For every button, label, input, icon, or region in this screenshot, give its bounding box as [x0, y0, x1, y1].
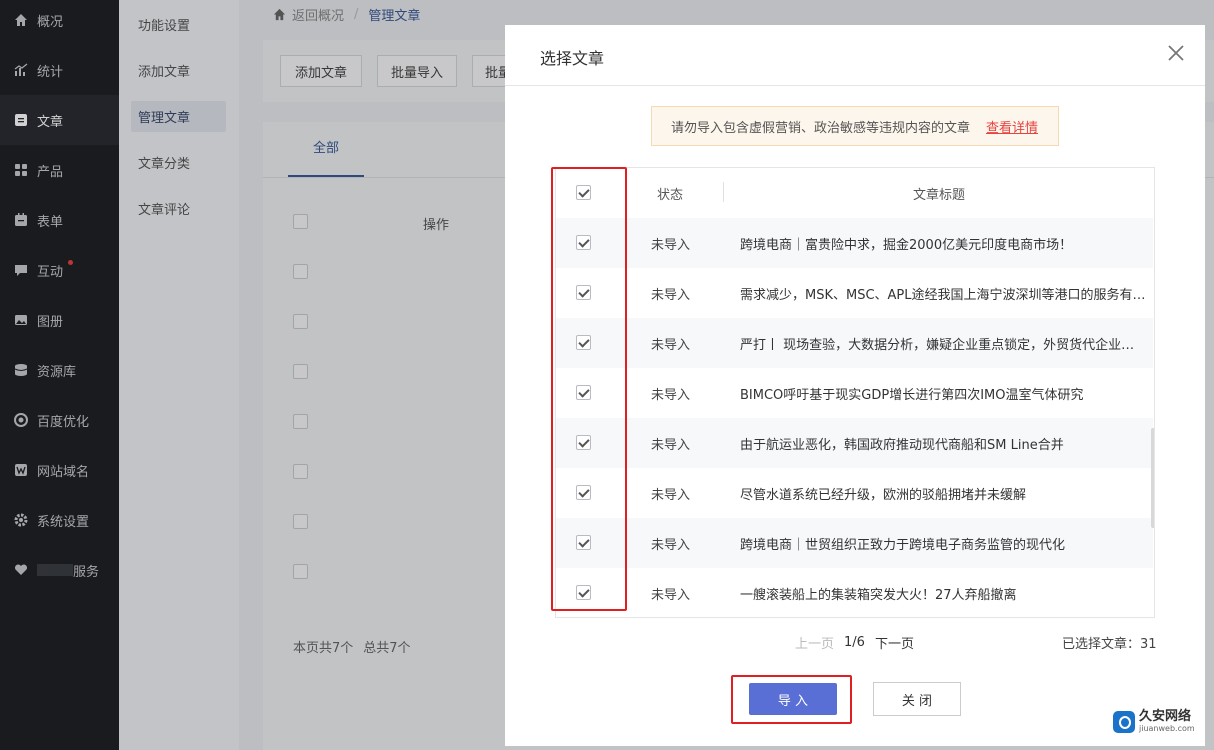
warning-text: 请勿导入包含虚假营销、政治敏感等违规内容的文章: [671, 120, 971, 136]
row-status: 未导入: [651, 337, 691, 353]
close-button[interactable]: 关 闭: [873, 682, 961, 716]
table-row[interactable]: 未导入 跨境电商｜富贵险中求，掘金2000亿美元印度电商市场！: [556, 218, 1153, 268]
column-separator: [723, 182, 724, 202]
row-title: 跨境电商｜富贵险中求，掘金2000亿美元印度电商市场！: [740, 237, 1073, 253]
close-icon[interactable]: [1166, 43, 1186, 63]
article-table: 状态 文章标题 未导入 跨境电商｜富贵险中求，掘金2000亿美元印度电商市场！ …: [555, 167, 1155, 618]
page-indicator: 1/6: [844, 635, 865, 650]
view-details-link[interactable]: 查看详情: [986, 117, 1038, 136]
next-page-button[interactable]: 下一页: [875, 633, 914, 652]
table-header: 状态 文章标题: [556, 168, 1154, 218]
table-scrollbar[interactable]: [1151, 428, 1154, 528]
table-row[interactable]: 未导入 严打丨 现场查验，大数据分析，嫌疑企业重点锁定，外贸货代企业注意了: [556, 318, 1153, 368]
table-row[interactable]: 未导入 一艘滚装船上的集装箱突发大火！27人弃船撤离: [556, 568, 1153, 617]
watermark-logo-icon: [1113, 710, 1135, 733]
row-title: 需求减少，MSK、MSC、APL途经我国上海宁波深圳等港口的服务有所调整: [740, 287, 1146, 303]
watermark-en: jiuanweb.com: [1139, 724, 1195, 733]
row-title: 尽管水道系统已经升级，欧洲的驳船拥堵并未缓解: [740, 487, 1027, 503]
row-title: 严打丨 现场查验，大数据分析，嫌疑企业重点锁定，外贸货代企业注意了: [740, 337, 1146, 353]
row-title: BIMCO呼吁基于现实GDP增长进行第四次IMO温室气体研究: [740, 387, 1084, 403]
table-row[interactable]: 未导入 由于航运业恶化，韩国政府推动现代商船和SM Line合并: [556, 418, 1153, 468]
row-status: 未导入: [651, 387, 691, 403]
row-status: 未导入: [651, 587, 691, 603]
title-column-header: 文章标题: [913, 187, 966, 203]
watermark-cn: 久安网络: [1139, 709, 1192, 724]
prev-page-button[interactable]: 上一页: [795, 633, 834, 652]
table-row[interactable]: 未导入 需求减少，MSK、MSC、APL途经我国上海宁波深圳等港口的服务有所调整: [556, 268, 1153, 318]
select-article-dialog: 选择文章 请勿导入包含虚假营销、政治敏感等违规内容的文章 查看详情 状态 文章标…: [505, 25, 1205, 746]
row-status: 未导入: [651, 287, 691, 303]
warning-banner: 请勿导入包含虚假营销、政治敏感等违规内容的文章 查看详情: [651, 106, 1059, 146]
pagination: 上一页 1/6 下一页: [795, 633, 914, 652]
watermark-text: 久安网络 jiuanweb.com: [1139, 710, 1195, 733]
table-row[interactable]: 未导入 跨境电商｜世贸组织正致力于跨境电子商务监管的现代化: [556, 518, 1153, 568]
table-row[interactable]: 未导入 BIMCO呼吁基于现实GDP增长进行第四次IMO温室气体研究: [556, 368, 1153, 418]
row-title: 跨境电商｜世贸组织正致力于跨境电子商务监管的现代化: [740, 537, 1066, 553]
row-status: 未导入: [651, 487, 691, 503]
site-watermark: 久安网络 jiuanweb.com: [1113, 710, 1195, 733]
dialog-header-divider: [505, 85, 1205, 86]
row-title: 一艘滚装船上的集装箱突发大火！27人弃船撤离: [740, 587, 1017, 603]
import-button[interactable]: 导 入: [749, 683, 837, 715]
row-status: 未导入: [651, 437, 691, 453]
checkbox-column-highlight: [551, 167, 627, 611]
row-status: 未导入: [651, 237, 691, 253]
status-column-header: 状态: [657, 187, 684, 203]
row-title: 由于航运业恶化，韩国政府推动现代商船和SM Line合并: [740, 437, 1064, 453]
table-row[interactable]: 未导入 尽管水道系统已经升级，欧洲的驳船拥堵并未缓解: [556, 468, 1153, 518]
dialog-title: 选择文章: [540, 49, 605, 68]
selected-count: 已选择文章：31: [1062, 637, 1157, 652]
row-status: 未导入: [651, 537, 691, 553]
